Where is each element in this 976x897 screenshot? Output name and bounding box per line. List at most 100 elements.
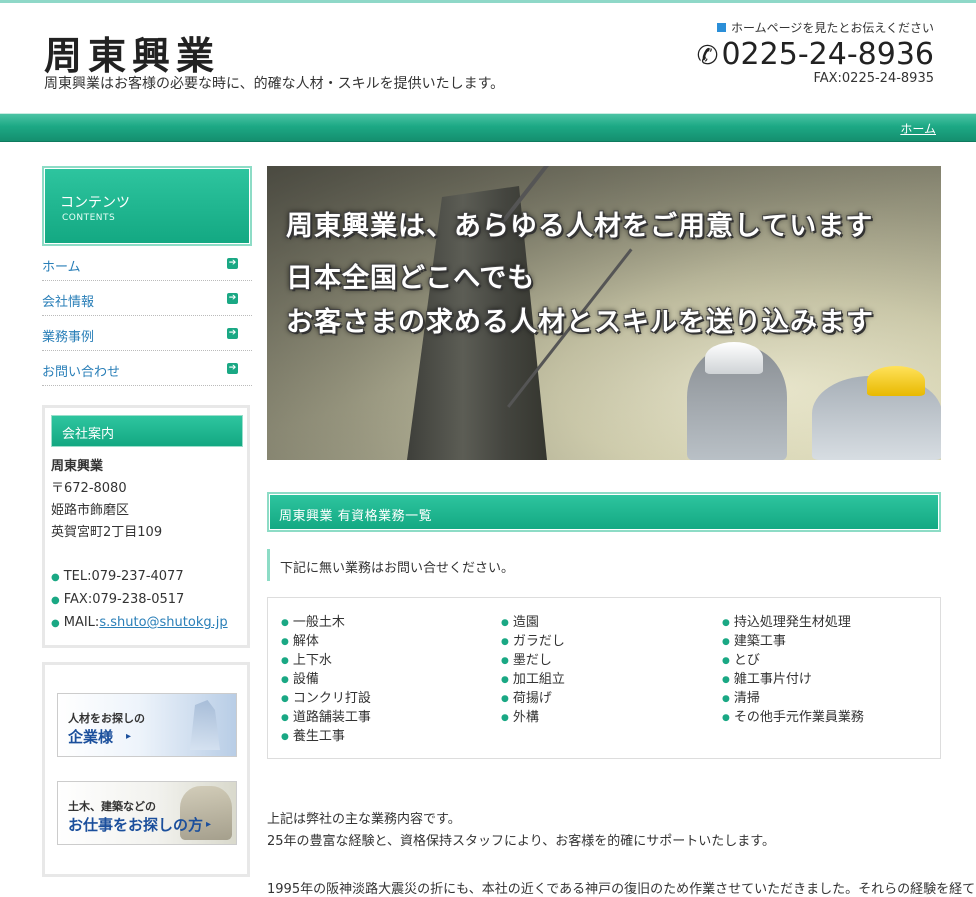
bullet-icon: ● — [501, 637, 509, 647]
contact-note: ホームページを見たとお伝えください — [697, 19, 934, 36]
sidebar-item-label: ホーム — [42, 260, 81, 275]
list-item: ● 解体 — [281, 630, 371, 649]
sidebar-item-label: 業務事例 — [42, 330, 95, 345]
list-item-text: 清掃 — [733, 691, 760, 706]
list-item: ● 外構 — [501, 706, 565, 725]
list-item: ● 設備 — [281, 668, 371, 687]
list-item: ● その他手元作業員業務 — [722, 706, 864, 725]
company-tel: ● TEL:079-237-4077 — [51, 566, 228, 589]
list-item-text: 造園 — [512, 615, 539, 630]
bullet-icon: ● — [722, 618, 730, 628]
bullet-icon: ● — [722, 656, 730, 666]
banner-small-text: 土木、建築などの — [68, 800, 156, 813]
bullet-icon: ● — [281, 637, 289, 647]
list-item: ● 持込処理発生材処理 — [722, 611, 864, 630]
arrow-right-icon: ➔ — [227, 258, 238, 269]
site-logo[interactable]: 周東興業 — [44, 25, 220, 80]
service-column-3: ● 持込処理発生材処理 ● 建築工事 ● とび ● 雑工事片付け ● 清掃 ● その他手元作… — [722, 611, 864, 725]
site-tagline: 周東興業はお客様の必要な時に、的確な人材・スキルを提供いたします。 — [44, 76, 505, 92]
phone-icon: ✆ — [696, 41, 719, 71]
bullet-icon: ● — [281, 618, 289, 628]
section-title: 周東興業 有資格業務一覧 — [279, 509, 433, 524]
bullet-icon: ● — [501, 713, 509, 723]
banner-big-text: お仕事をお探しの方 — [68, 816, 204, 834]
banner-for-job-seekers[interactable]: 土木、建築などの お仕事をお探しの方 ▸ — [57, 781, 237, 845]
company-tel-text: TEL:079-237-4077 — [63, 569, 184, 584]
list-item-text: ガラだし — [512, 634, 565, 649]
section-header: 周東興業 有資格業務一覧 — [267, 492, 941, 532]
list-item-text: 一般土木 — [292, 615, 345, 630]
list-item: ● ガラだし — [501, 630, 565, 649]
company-address-2: 英賀宮町2丁目109 — [51, 525, 163, 540]
banner-for-companies[interactable]: 人材をお探しの 企業様 ▸ — [57, 693, 237, 757]
sidebar-item-contact[interactable]: お問い合わせ ➔ — [42, 351, 252, 386]
bullet-icon: ● — [51, 572, 60, 583]
company-fax: ● FAX:079-238-0517 — [51, 589, 228, 612]
phone-number: ✆ 0225-24-8936 — [697, 38, 934, 73]
company-fax-text: FAX:079-238-0517 — [63, 592, 185, 607]
service-column-1: ● 一般土木 ● 解体 ● 上下水 ● 設備 ● コンクリ打設 ● 道路舗装工事 ● 養生工事 — [281, 611, 371, 744]
list-item: ● コンクリ打設 — [281, 687, 371, 706]
banner-big-text: 企業様 — [68, 728, 114, 746]
list-item: ● 加工組立 — [501, 668, 565, 687]
body-paragraph-2: 25年の豊富な経験と、資格保持スタッフにより、お客様を的確にサポートいたします。 — [267, 834, 775, 849]
bullet-icon: ● — [51, 595, 60, 606]
list-item: ● 造園 — [501, 611, 565, 630]
banner-box: 人材をお探しの 企業様 ▸ 土木、建築などの お仕事をお探しの方 ▸ — [42, 662, 250, 877]
list-item-text: 荷揚げ — [512, 691, 552, 706]
sidebar-item-label: 会社情報 — [42, 295, 95, 310]
bullet-icon: ● — [281, 694, 289, 704]
list-item: ● 墨だし — [501, 649, 565, 668]
service-list-box: ● 一般土木 ● 解体 ● 上下水 ● 設備 ● コンクリ打設 ● 道路舗装工事 ● 養生工事… — [267, 597, 941, 759]
list-item: ● 一般土木 — [281, 611, 371, 630]
company-info-header: 会社案内 — [51, 415, 243, 447]
global-nav-bar: ホーム — [0, 113, 976, 142]
company-mail-label: MAIL: — [63, 615, 100, 630]
list-item-text: その他手元作業員業務 — [733, 710, 864, 725]
bullet-icon: ● — [281, 732, 289, 742]
bullet-icon: ● — [501, 618, 509, 628]
building-image — [190, 700, 220, 750]
list-item-text: コンクリ打設 — [292, 691, 371, 706]
company-info-body: 周東興業 〒672-8080 姫路市飾磨区 英賀宮町2丁目109 ● TEL:07… — [51, 456, 228, 635]
list-item: ● 建築工事 — [722, 630, 864, 649]
contact-block: ホームページを見たとお伝えください ✆ 0225-24-8936 FAX:0225… — [697, 19, 934, 86]
bullet-icon: ● — [281, 656, 289, 666]
bullet-icon: ● — [722, 713, 730, 723]
list-item-text: 養生工事 — [292, 729, 345, 744]
company-address-1: 姫路市飾磨区 — [51, 503, 130, 518]
hero-headline-1: 周東興業は、あらゆる人材をご用意しています — [286, 211, 874, 242]
sidebar-item-company[interactable]: 会社情報 ➔ — [42, 281, 252, 316]
sidebar-menu: ホーム ➔ 会社情報 ➔ 業務事例 ➔ お問い合わせ ➔ — [42, 246, 252, 386]
section-note: 下記に無い業務はお問い合せください。 — [267, 549, 944, 581]
sidebar-item-home[interactable]: ホーム ➔ — [42, 246, 252, 281]
list-item-text: 上下水 — [292, 653, 332, 668]
company-mail-link[interactable]: s.shuto@shutokg.jp — [99, 615, 227, 630]
bullet-icon: ● — [501, 694, 509, 704]
list-item-text: 建築工事 — [733, 634, 786, 649]
chevron-right-icon: ▸ — [126, 731, 132, 742]
list-item-text: 設備 — [292, 672, 319, 687]
phone-number-text: 0225-24-8936 — [721, 37, 934, 72]
list-item-text: 雑工事片付け — [733, 672, 812, 687]
company-mail: ● MAIL:s.shuto@shutokg.jp — [51, 612, 228, 635]
list-item-text: とび — [733, 653, 760, 668]
nav-home-link[interactable]: ホーム — [900, 120, 936, 137]
arrow-right-icon: ➔ — [227, 363, 238, 374]
contents-title: コンテンツ — [60, 195, 130, 211]
list-item-text: 道路舗装工事 — [292, 710, 371, 725]
body-paragraph-3: 1995年の阪神淡路大震災の折にも、本社の近くである神戸の復旧のため作業させてい… — [267, 882, 976, 897]
company-postal: 〒672-8080 — [51, 481, 127, 496]
list-item: ● 雑工事片付け — [722, 668, 864, 687]
sidebar-item-cases[interactable]: 業務事例 ➔ — [42, 316, 252, 351]
hero-banner: 周東興業は、あらゆる人材をご用意しています 日本全国どこへでも お客さまの求める… — [267, 166, 941, 460]
bullet-icon: ● — [501, 675, 509, 685]
arrow-right-icon: ➔ — [227, 293, 238, 304]
service-column-2: ● 造園 ● ガラだし ● 墨だし ● 加工組立 ● 荷揚げ ● 外構 — [501, 611, 565, 725]
bullet-icon: ● — [722, 675, 730, 685]
bullet-icon: ● — [501, 656, 509, 666]
bullet-icon: ● — [722, 694, 730, 704]
contact-note-text: ホームページを見たとお伝えください — [730, 21, 934, 35]
banner-small-text: 人材をお探しの — [68, 712, 145, 725]
bullet-icon: ● — [281, 713, 289, 723]
